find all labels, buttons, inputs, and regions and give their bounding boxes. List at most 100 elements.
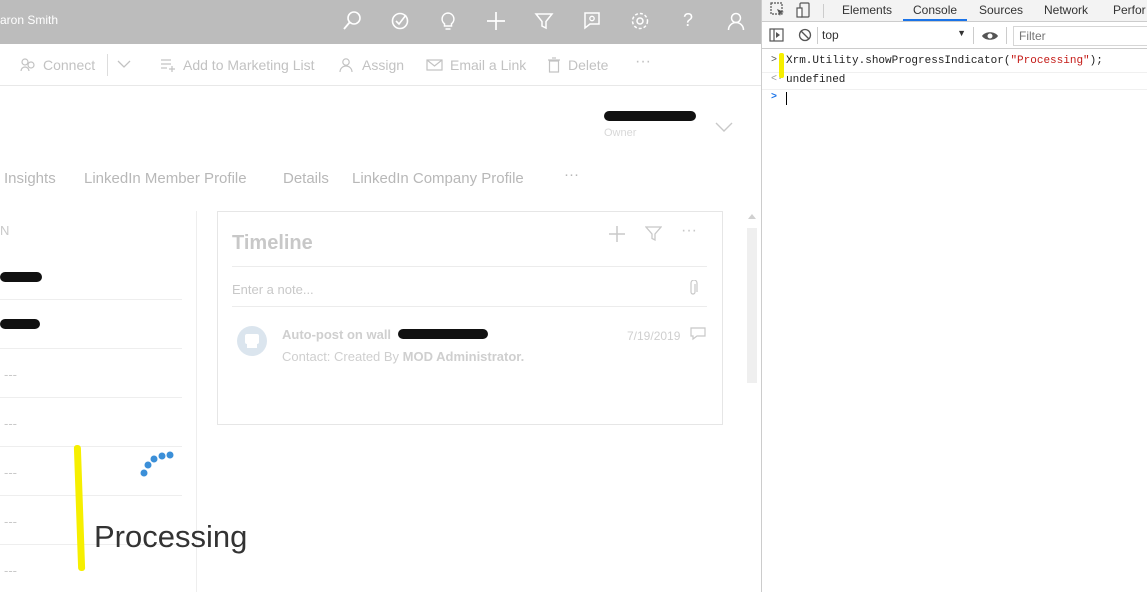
text-cursor [786,92,787,105]
console-result: undefined [786,74,846,86]
section-header-fragment: N [0,223,10,238]
redacted-post-name [398,329,488,339]
search-icon[interactable] [341,10,363,32]
console-result-entry: <· undefined [762,74,1147,90]
clear-console-icon[interactable] [798,28,812,47]
dynamics-app: aron Smith ? Connect Add to Marketing Li… [0,0,761,592]
email-a-link-label: Email a Link [450,57,527,73]
empty-value: --- [4,563,17,578]
divider [232,306,707,307]
context-select-value: top [822,28,839,42]
user-profile-icon[interactable] [725,10,747,32]
tab-network[interactable]: Network [1044,3,1088,17]
trash-icon [548,57,560,73]
empty-value: --- [4,416,17,431]
device-toolbar-icon[interactable] [796,2,812,23]
console-command[interactable]: Xrm.Utility.showProgressIndicator("Proce… [786,55,1103,67]
assistant-icon[interactable] [581,10,603,32]
divider [823,4,824,18]
field-row [0,300,182,349]
task-flow-icon[interactable] [389,10,411,32]
tab-performance[interactable]: Perfor [1113,3,1146,17]
lightbulb-icon[interactable] [437,10,459,32]
timeline-card: Timeline ··· Enter a note... Auto-post o… [217,211,723,425]
connect-dropdown-chevron-icon[interactable] [117,59,138,69]
tab-linkedin-member-profile[interactable]: LinkedIn Member Profile [84,170,247,187]
devtools-tab-bar: Elements Console Sources Network Perfor [762,0,1147,22]
divider [817,27,818,44]
more-commands-button[interactable]: ··· [635,53,651,71]
timeline-filter-icon[interactable] [644,226,663,247]
tab-details[interactable]: Details [283,170,329,187]
email-a-link-button[interactable]: Email a Link [426,57,526,73]
connect-icon [20,58,35,72]
tab-linkedin-company-profile[interactable]: LinkedIn Company Profile [352,170,524,187]
empty-value: --- [4,465,17,480]
post-subtitle-prefix: Contact: Created By [282,349,403,364]
console-toolbar: top ▼ [762,22,1147,49]
empty-value: --- [4,514,17,529]
divider [232,266,707,267]
header-expand-chevron-icon[interactable] [715,119,733,137]
input-prompt-icon: > [771,55,778,66]
show-sidebar-icon[interactable] [769,28,784,47]
tab-more[interactable]: ··· [564,166,579,183]
new-plus-icon[interactable] [485,10,507,32]
command-end: ); [1089,55,1103,67]
page-scrollbar[interactable] [744,210,761,592]
timeline-title: Timeline [232,232,313,254]
owner-label: Owner [604,127,637,139]
post-author: MOD Administrator. [402,349,525,364]
post-avatar-icon [237,326,267,356]
user-name[interactable]: aron Smith [0,13,58,27]
gear-icon[interactable] [629,10,651,32]
reply-comment-icon[interactable] [690,327,706,346]
tab-insights[interactable]: Insights [4,170,56,187]
timeline-more-icon[interactable]: ··· [681,222,697,240]
delete-button[interactable]: Delete [547,57,608,73]
post-title[interactable]: Auto-post on wall [282,327,391,342]
console-prompt-line[interactable]: > [762,92,1147,108]
field-row[interactable]: --- [0,398,182,447]
inspect-element-icon[interactable] [770,2,786,23]
post-subtitle: Contact: Created By MOD Administrator. [282,349,524,364]
owner-name-redacted [604,111,696,121]
top-navigation-bar: aron Smith ? [0,0,761,44]
context-select[interactable]: top ▼ [822,28,966,42]
redacted-value [0,319,40,329]
note-input[interactable]: Enter a note... [232,282,314,297]
timeline-add-icon[interactable] [608,225,626,248]
divider [973,27,974,44]
command-bar: Connect Add to Marketing List Assign Ema… [0,44,761,86]
console-filter-input[interactable] [1013,26,1147,46]
command-string-arg: "Processing" [1010,55,1090,67]
email-link-icon [426,59,443,71]
scrollbar-thumb[interactable] [747,228,757,383]
divider [107,54,108,76]
progress-message: Processing [94,519,248,554]
prompt-chevron-icon: > [771,92,778,103]
context-dropdown-icon: ▼ [957,28,966,38]
divider [1006,27,1007,44]
field-row [0,251,182,300]
assign-button[interactable]: Assign [339,57,404,73]
add-to-marketing-list-label: Add to Marketing List [183,57,315,73]
add-to-marketing-list-button[interactable]: Add to Marketing List [160,57,315,73]
assign-person-icon [339,58,353,73]
tab-sources[interactable]: Sources [979,3,1023,17]
progress-spinner-icon [140,451,174,477]
help-icon[interactable]: ? [677,10,699,32]
scroll-up-arrow-icon[interactable] [748,214,756,219]
connect-button[interactable]: Connect [20,57,95,73]
command-call: Xrm.Utility.showProgressIndicator( [786,55,1011,67]
assign-label: Assign [362,57,405,73]
connect-label: Connect [43,57,96,73]
filter-icon[interactable] [533,10,555,32]
tab-console[interactable]: Console [903,3,968,21]
field-row[interactable]: --- [0,349,182,398]
tab-elements[interactable]: Elements [842,3,892,17]
list-add-icon [161,59,175,72]
live-expression-eye-icon[interactable] [981,29,999,47]
paperclip-icon[interactable] [688,279,698,301]
browser-devtools: Elements Console Sources Network Perfor … [761,0,1147,592]
